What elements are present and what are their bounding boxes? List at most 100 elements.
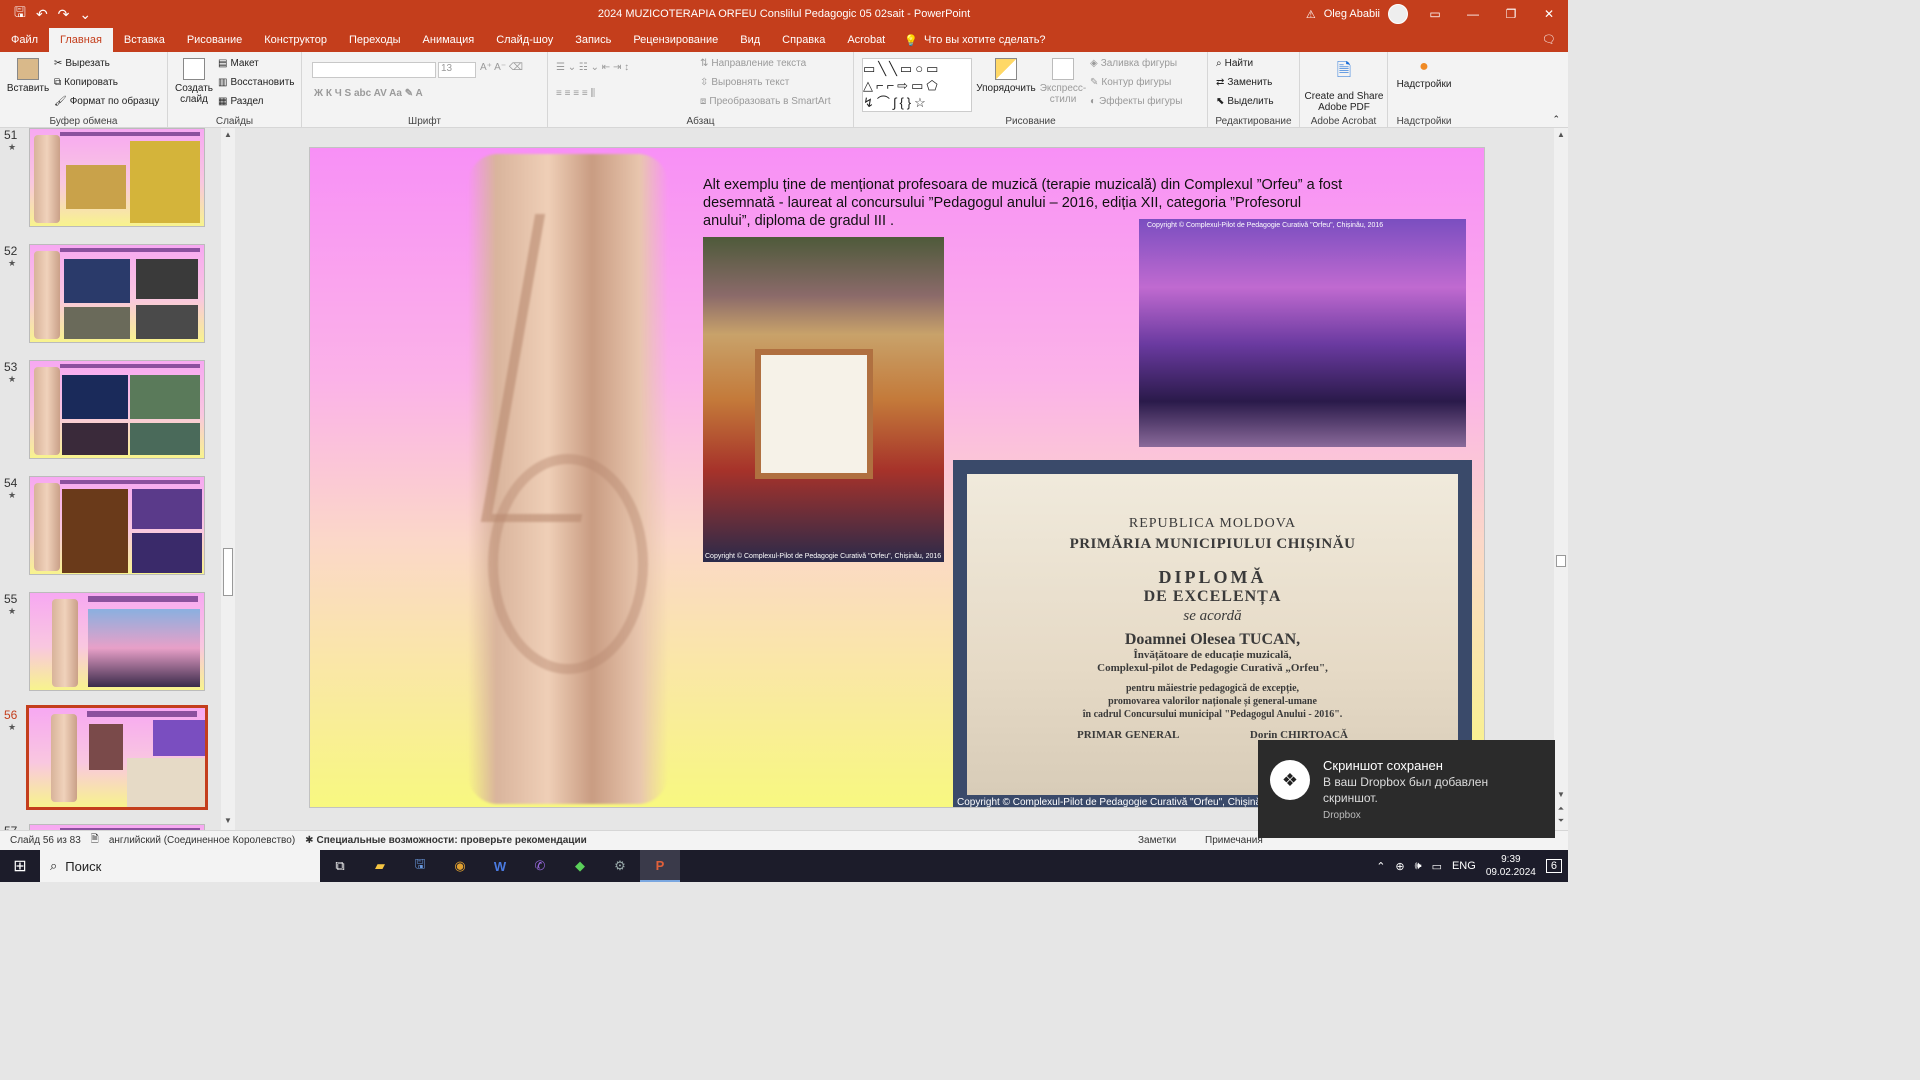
tab-file[interactable]: Файл — [0, 28, 49, 52]
language-indicator[interactable]: английский (Соединенное Королевство) — [109, 835, 295, 846]
minimize-icon[interactable]: — — [1454, 0, 1492, 28]
thumbnail-slide[interactable] — [29, 476, 205, 575]
tab-view[interactable]: Вид — [729, 28, 771, 52]
collapse-ribbon-icon[interactable]: ⌃ — [1552, 114, 1560, 125]
user-area[interactable]: ⚠ Oleg Ababii — [1306, 4, 1408, 24]
shape-outline-button[interactable]: ✎ Контур фигуры — [1090, 77, 1171, 88]
section-button[interactable]: ▦ Раздел — [218, 96, 264, 107]
shape-fill-button[interactable]: ◈ Заливка фигуры — [1090, 58, 1177, 69]
arrange-button[interactable]: Упорядочить — [976, 58, 1036, 94]
font-format-buttons[interactable]: Ж К Ч S abc AV Aa ✎ A — [314, 88, 423, 99]
viber-icon[interactable]: ✆ — [520, 850, 560, 882]
tab-record[interactable]: Запись — [564, 28, 622, 52]
restore-icon[interactable]: ❐ — [1492, 0, 1530, 28]
tab-home[interactable]: Главная — [49, 28, 113, 52]
thumbnail-slide[interactable] — [29, 360, 205, 459]
language-indicator[interactable]: ENG — [1452, 860, 1476, 872]
wood-carving-image[interactable] — [468, 154, 668, 804]
clock[interactable]: 9:39 09.02.2024 — [1486, 853, 1536, 879]
chrome-icon[interactable]: ◉ — [440, 850, 480, 882]
copy-button[interactable]: ⧉ Копировать — [54, 77, 118, 88]
tab-animation[interactable]: Анимация — [412, 28, 486, 52]
stage-photo[interactable]: Copyright © Complexul-Pilot de Pedagogie… — [1139, 219, 1466, 447]
accessibility-status[interactable]: Специальные возможности: проверьте реком… — [317, 835, 587, 846]
thumbnail-item[interactable]: 52 ★ — [0, 244, 220, 344]
prev-slide-icon[interactable]: ⏶ — [1554, 804, 1568, 816]
font-size-field[interactable]: 13 — [438, 62, 476, 78]
scroll-up-icon[interactable]: ▲ — [221, 130, 235, 142]
notification-badge[interactable]: 6 — [1545, 859, 1562, 873]
new-slide-button[interactable]: Создать слайд — [174, 58, 214, 105]
file-explorer-icon[interactable]: ▰ — [360, 850, 400, 882]
spellcheck-icon[interactable]: 🗎 — [91, 832, 99, 849]
scroll-down-icon[interactable]: ▼ — [221, 816, 235, 828]
redo-icon[interactable]: ↷ — [58, 6, 70, 23]
chevron-up-icon[interactable]: ⌃ — [1376, 860, 1385, 873]
cut-button[interactable]: ✂ Вырезать — [54, 58, 110, 69]
avatar[interactable] — [1388, 4, 1408, 24]
tell-me-box[interactable]: 💡 Что вы хотите сделать? — [904, 34, 1045, 47]
replace-button[interactable]: ⇄ Заменить — [1216, 77, 1272, 88]
create-share-pdf-button[interactable]: 🗎 Create and Share Adobe PDF — [1304, 58, 1384, 113]
thumbnail-slide[interactable] — [26, 705, 208, 810]
torrent-icon[interactable]: ◆ — [560, 850, 600, 882]
undo-icon[interactable]: ↶ — [36, 6, 48, 23]
powerpoint-icon[interactable]: P — [640, 850, 680, 882]
save-icon[interactable]: 🖫 — [14, 2, 26, 26]
network-icon[interactable]: ⊕ — [1395, 860, 1404, 873]
tab-insert[interactable]: Вставка — [113, 28, 176, 52]
thumbnail-item[interactable]: 54 ★ — [0, 476, 220, 576]
next-slide-icon[interactable]: ⏷ — [1554, 816, 1568, 828]
thumbnail-item-selected[interactable]: 56 ★ — [0, 705, 220, 810]
scrollbar-thumb[interactable] — [223, 548, 233, 596]
volume-icon[interactable]: 🕪 — [1415, 860, 1422, 873]
thumbnail-item[interactable]: 51 ★ — [0, 128, 220, 228]
close-icon[interactable]: ✕ — [1530, 0, 1568, 28]
word-icon[interactable]: W — [480, 850, 520, 882]
shape-effects-button[interactable]: ◐ Эффекты фигуры — [1090, 96, 1182, 107]
layout-button[interactable]: ▤ Макет — [218, 58, 259, 69]
ribbon-display-icon[interactable]: ▭ — [1416, 0, 1454, 28]
align-text-button[interactable]: ⇳ Выровнять текст — [700, 77, 789, 88]
font-name-field[interactable] — [312, 62, 436, 78]
text-direction-button[interactable]: ⇅ Направление текста — [700, 58, 806, 69]
notes-button[interactable]: Заметки — [1138, 835, 1176, 846]
select-button[interactable]: ⬉ Выделить — [1216, 96, 1274, 107]
save-app-icon[interactable]: 🖫 — [400, 850, 440, 882]
shapes-gallery[interactable]: ▭╲╲▭○▭ △⌐⌐⇨▭⬠ ↯⌒∫{}☆ — [862, 58, 972, 112]
quick-styles-button[interactable]: Экспресс-стили — [1038, 58, 1088, 105]
thumbnail-item[interactable]: 55 ★ — [0, 592, 220, 692]
tab-slideshow[interactable]: Слайд-шоу — [485, 28, 564, 52]
addins-button[interactable]: ● Надстройки — [1394, 58, 1454, 90]
thumbnail-slide[interactable] — [29, 128, 205, 227]
display-icon[interactable]: ▭ — [1432, 860, 1442, 873]
scroll-up-icon[interactable]: ▲ — [1554, 130, 1568, 142]
taskbar-search[interactable]: ⌕ Поиск — [40, 850, 320, 882]
thumbnail-slide[interactable] — [29, 592, 205, 691]
tab-transitions[interactable]: Переходы — [338, 28, 412, 52]
tab-acrobat[interactable]: Acrobat — [836, 28, 896, 52]
tab-review[interactable]: Рецензирование — [622, 28, 729, 52]
dropbox-toast[interactable]: ❖ Скриншот сохранен В ваш Dropbox был до… — [1258, 740, 1555, 838]
paste-button[interactable]: Вставить — [7, 58, 49, 94]
tab-design[interactable]: Конструктор — [253, 28, 338, 52]
thumbnail-slide[interactable] — [29, 244, 205, 343]
scrollbar-thumb[interactable] — [1556, 555, 1566, 567]
slide-canvas[interactable]: Alt exemplu ține de menționat profesoara… — [309, 147, 1485, 808]
windows-start-icon[interactable]: ⊞ — [0, 850, 40, 882]
comments-button[interactable]: Примечания — [1205, 835, 1263, 846]
app-icon[interactable]: ⚙ — [600, 850, 640, 882]
align-icons[interactable]: ≡ ≡ ≡ ≡ ⫼ — [556, 88, 595, 99]
scroll-down-icon[interactable]: ▼ — [1554, 790, 1568, 802]
list-icons[interactable]: ☰ ⌄ ☷ ⌄ ⇤ ⇥ ↕ — [556, 62, 629, 73]
find-button[interactable]: ⌕ Найти — [1216, 58, 1253, 69]
customize-icon[interactable]: ⌄ — [79, 6, 91, 23]
thumbnail-scrollbar[interactable]: ▲ ▼ — [221, 128, 235, 830]
diploma-photo[interactable]: Copyright © Complexul-Pilot de Pedagogie… — [703, 237, 944, 562]
tab-draw[interactable]: Рисование — [176, 28, 253, 52]
format-painter-button[interactable]: 🖌 Формат по образцу — [54, 96, 159, 107]
smartart-button[interactable]: ⧈ Преобразовать в SmartArt — [700, 96, 831, 107]
thumbnail-item[interactable]: 53 ★ — [0, 360, 220, 460]
tab-help[interactable]: Справка — [771, 28, 836, 52]
task-view-icon[interactable]: ⧉ — [320, 850, 360, 882]
